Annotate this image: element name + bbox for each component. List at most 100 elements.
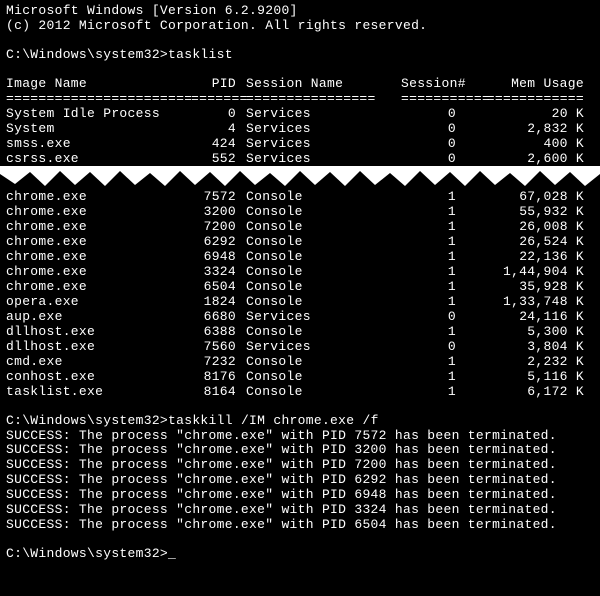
table-row: aup.exe6680Services024,116 K [6,310,594,325]
process-name: chrome.exe [6,205,191,220]
col-session-name: Session Name [246,77,401,92]
table-row: tasklist.exe8164Console16,172 K [6,385,594,400]
process-pid: 7232 [191,355,246,370]
process-pid: 4 [191,122,246,137]
command-text: tasklist [168,47,233,62]
session-name: Console [246,325,401,340]
col-mem-usage: Mem Usage [466,77,594,92]
mem-usage: 22,136 K [466,250,594,265]
mem-usage: 3,804 K [466,340,594,355]
table-row: System Idle Process0Services020 K [6,107,594,122]
session-num: 1 [401,190,466,205]
table-row: chrome.exe3324Console11,44,904 K [6,265,594,280]
prompt-idle[interactable]: C:\Windows\system32>_ [6,547,594,562]
process-pid: 7560 [191,340,246,355]
process-name: conhost.exe [6,370,191,385]
process-pid: 7200 [191,220,246,235]
session-num: 1 [401,280,466,295]
process-pid: 3200 [191,205,246,220]
success-line: SUCCESS: The process "chrome.exe" with P… [6,503,594,518]
table-header: Image Name PID Session Name Session# Mem… [6,77,594,92]
prompt-tasklist[interactable]: C:\Windows\system32>tasklist [6,48,594,63]
command-text: taskkill /IM chrome.exe /f [168,413,379,428]
success-line: SUCCESS: The process "chrome.exe" with P… [6,443,594,458]
table-row: chrome.exe6504Console135,928 K [6,280,594,295]
rule-seg: ============ [466,92,594,107]
process-pid: 6292 [191,235,246,250]
session-num: 1 [401,325,466,340]
process-pid: 7572 [191,190,246,205]
table-row: csrss.exe552Services02,600 K [6,152,594,167]
cursor: _ [168,546,176,561]
session-name: Services [246,152,401,167]
process-pid: 6948 [191,250,246,265]
torn-edge-divider [0,166,600,190]
session-name: Services [246,107,401,122]
session-name: Console [246,280,401,295]
mem-usage: 24,116 K [466,310,594,325]
session-num: 1 [401,220,466,235]
table-row: chrome.exe7200Console126,008 K [6,220,594,235]
mem-usage: 6,172 K [466,385,594,400]
process-name: chrome.exe [6,220,191,235]
mem-usage: 2,832 K [466,122,594,137]
process-name: chrome.exe [6,190,191,205]
session-num: 0 [401,340,466,355]
session-num: 1 [401,295,466,310]
mem-usage: 2,600 K [466,152,594,167]
table-row: System4Services02,832 K [6,122,594,137]
process-name: dllhost.exe [6,325,191,340]
process-name: chrome.exe [6,250,191,265]
mem-usage: 26,524 K [466,235,594,250]
session-num: 0 [401,152,466,167]
table-rule: ========================= ======= ======… [6,92,594,107]
process-name: chrome.exe [6,265,191,280]
session-name: Console [246,355,401,370]
mem-usage: 5,300 K [466,325,594,340]
mem-usage: 2,232 K [466,355,594,370]
mem-usage: 400 K [466,137,594,152]
table-row: conhost.exe8176Console15,116 K [6,370,594,385]
prompt-taskkill[interactable]: C:\Windows\system32>taskkill /IM chrome.… [6,414,594,429]
process-name: opera.exe [6,295,191,310]
session-name: Console [246,385,401,400]
process-name: dllhost.exe [6,340,191,355]
session-num: 1 [401,250,466,265]
process-pid: 6504 [191,280,246,295]
session-name: Services [246,122,401,137]
session-name: Services [246,310,401,325]
session-num: 1 [401,370,466,385]
mem-usage: 35,928 K [466,280,594,295]
prompt-path: C:\Windows\system32> [6,47,168,62]
process-name: csrss.exe [6,152,191,167]
session-name: Services [246,137,401,152]
session-name: Console [246,190,401,205]
process-pid: 552 [191,152,246,167]
mem-usage: 26,008 K [466,220,594,235]
process-pid: 6388 [191,325,246,340]
process-name: tasklist.exe [6,385,191,400]
rule-seg: ======= [191,92,246,107]
col-session-num: Session# [401,77,466,92]
process-name: aup.exe [6,310,191,325]
table-row: chrome.exe6292Console126,524 K [6,235,594,250]
session-name: Console [246,295,401,310]
session-num: 1 [401,205,466,220]
session-name: Console [246,205,401,220]
process-pid: 1824 [191,295,246,310]
session-num: 0 [401,122,466,137]
session-num: 0 [401,107,466,122]
process-name: cmd.exe [6,355,191,370]
table-row: chrome.exe3200Console155,932 K [6,205,594,220]
prompt-path: C:\Windows\system32> [6,546,168,561]
session-num: 0 [401,137,466,152]
session-name: Console [246,370,401,385]
col-image-name: Image Name [6,77,191,92]
mem-usage: 55,932 K [466,205,594,220]
version-line: Microsoft Windows [Version 6.2.9200] [6,4,594,19]
success-line: SUCCESS: The process "chrome.exe" with P… [6,458,594,473]
mem-usage: 67,028 K [466,190,594,205]
mem-usage: 1,44,904 K [466,265,594,280]
table-row: opera.exe1824Console11,33,748 K [6,295,594,310]
table-row: dllhost.exe6388Console15,300 K [6,325,594,340]
